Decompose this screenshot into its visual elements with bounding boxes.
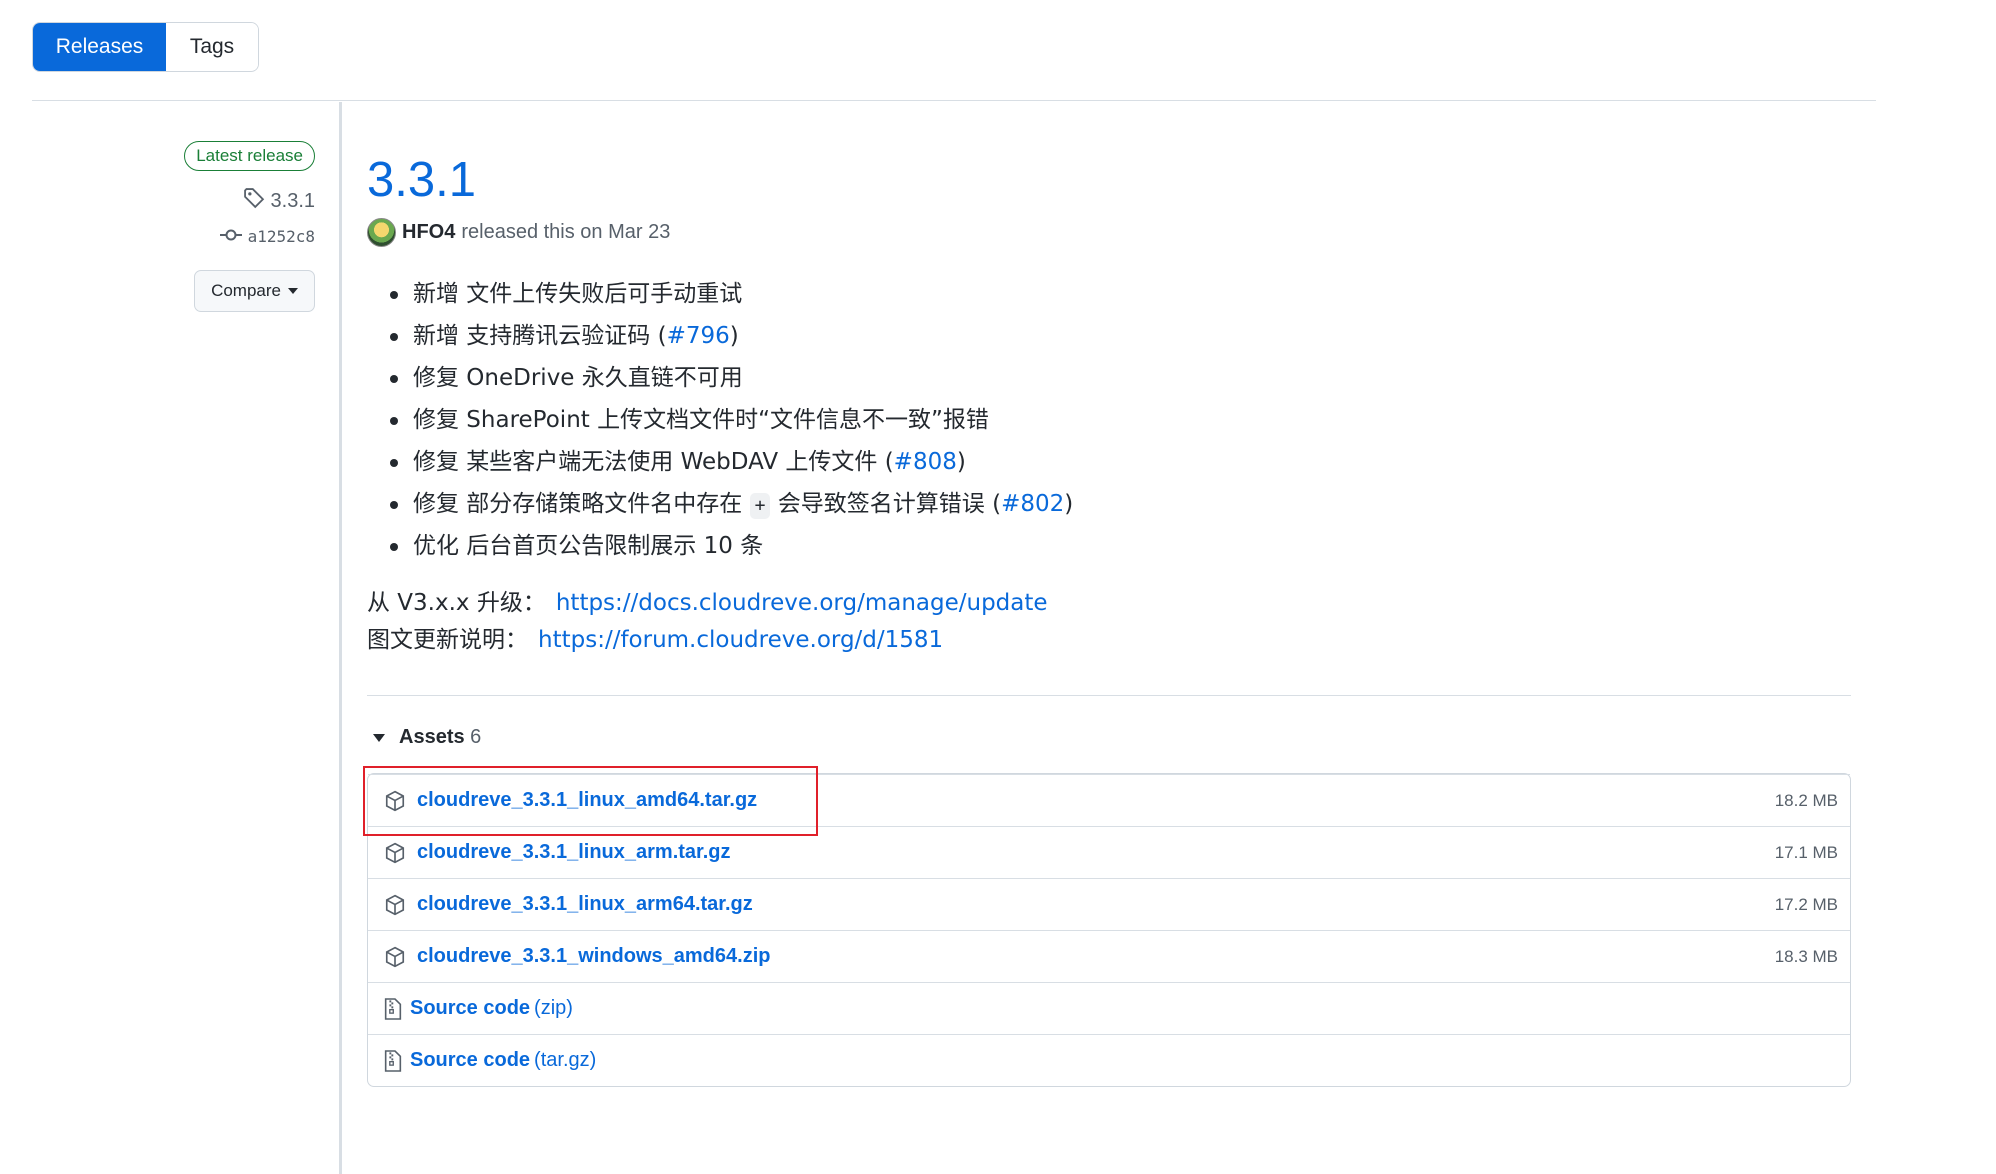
issue-link[interactable]: #808 — [894, 449, 957, 475]
file-zip-icon — [382, 1048, 404, 1074]
source-code-zip-link[interactable]: Source code (zip) — [410, 997, 573, 1020]
header-divider — [32, 100, 1876, 101]
tab-releases[interactable]: Releases — [33, 23, 166, 71]
upgrade-link[interactable]: https://docs.cloudreve.org/manage/update — [556, 590, 1048, 616]
chevron-down-icon — [288, 288, 298, 294]
asset-row: Source code (zip) — [368, 982, 1850, 1034]
assets-divider — [367, 695, 1851, 696]
assets-list: cloudreve_3.3.1_linux_amd64.tar.gz 18.2 … — [363, 766, 1851, 1087]
compare-label: Compare — [211, 281, 281, 300]
asset-link[interactable]: cloudreve_3.3.1_linux_amd64.tar.gz — [417, 789, 757, 812]
asset-row: Source code (tar.gz) — [368, 1034, 1850, 1086]
asset-row: cloudreve_3.3.1_linux_arm64.tar.gz 17.2 … — [368, 878, 1850, 930]
file-zip-icon — [382, 996, 404, 1022]
commit-sha: a1252c8 — [247, 227, 315, 246]
package-icon — [382, 840, 408, 866]
commit-link[interactable]: a1252c8 — [140, 227, 315, 246]
asset-link[interactable]: cloudreve_3.3.1_linux_arm64.tar.gz — [417, 893, 753, 916]
release-card: 3.3.1 HFO4 released this on Mar 23 新增 文件… — [363, 150, 1852, 1087]
asset-size: 17.2 MB — [1774, 894, 1838, 914]
notes-label: 图文更新说明： — [367, 627, 528, 653]
release-byline: HFO4 released this on Mar 23 — [367, 218, 1852, 247]
asset-link[interactable]: cloudreve_3.3.1_windows_amd64.zip — [417, 945, 770, 968]
tag-label: 3.3.1 — [270, 189, 315, 212]
source-code-targz-link[interactable]: Source code (tar.gz) — [410, 1049, 596, 1072]
released-text: released this on Mar 23 — [461, 221, 671, 243]
compare-button[interactable]: Compare — [194, 270, 315, 312]
asset-size: 18.2 MB — [1774, 790, 1838, 810]
timeline-divider — [339, 102, 342, 1174]
assets-count: 6 — [470, 726, 482, 748]
release-title[interactable]: 3.3.1 — [367, 150, 1852, 210]
package-icon — [382, 944, 408, 970]
package-icon — [382, 788, 408, 814]
list-item: 新增 支持腾讯云验证码 (#796) — [367, 315, 1852, 357]
list-item: 优化 后台首页公告限制展示 10 条 — [367, 525, 1852, 567]
avatar[interactable] — [367, 218, 396, 247]
list-item: 修复 部分存储策略文件名中存在 + 会导致签名计算错误 (#802) — [367, 483, 1852, 525]
tab-tags[interactable]: Tags — [166, 23, 258, 71]
forum-link[interactable]: https://forum.cloudreve.org/d/1581 — [538, 627, 943, 653]
list-item: 修复 OneDrive 永久直链不可用 — [367, 357, 1852, 399]
asset-link[interactable]: cloudreve_3.3.1_linux_arm.tar.gz — [417, 841, 731, 864]
assets-label: Assets — [399, 726, 465, 748]
release-sidebar: Latest release 3.3.1 a1252c8 Compare — [140, 141, 315, 312]
author-name[interactable]: HFO4 — [402, 221, 455, 244]
list-item: 修复 某些客户端无法使用 WebDAV 上传文件 (#808) — [367, 441, 1852, 483]
tag-icon — [243, 187, 265, 215]
issue-link[interactable]: #796 — [667, 323, 730, 349]
commit-icon — [219, 227, 242, 246]
assets-toggle[interactable]: Assets 6 — [367, 726, 1852, 749]
release-tabs: Releases Tags — [32, 22, 259, 72]
asset-size: 17.1 MB — [1774, 842, 1838, 862]
inline-code: + — [749, 493, 771, 519]
asset-row: cloudreve_3.3.1_linux_amd64.tar.gz 18.2 … — [368, 774, 1850, 826]
list-item: 新增 文件上传失败后可手动重试 — [367, 273, 1852, 315]
package-icon — [382, 892, 408, 918]
upgrade-label: 从 V3.x.x 升级： — [367, 590, 546, 616]
latest-release-badge: Latest release — [184, 141, 315, 171]
list-item: 修复 SharePoint 上传文档文件时“文件信息不一致”报错 — [367, 399, 1852, 441]
release-links: 从 V3.x.x 升级： https://docs.cloudreve.org/m… — [367, 585, 1852, 659]
triangle-down-icon — [373, 733, 385, 742]
asset-row: cloudreve_3.3.1_linux_arm.tar.gz 17.1 MB — [368, 826, 1850, 878]
tag-link[interactable]: 3.3.1 — [140, 187, 315, 215]
asset-row: cloudreve_3.3.1_windows_amd64.zip 18.3 M… — [368, 930, 1850, 982]
release-notes: 新增 文件上传失败后可手动重试 新增 支持腾讯云验证码 (#796) 修复 On… — [367, 273, 1852, 567]
issue-link[interactable]: #802 — [1001, 491, 1064, 517]
asset-size: 18.3 MB — [1774, 946, 1838, 966]
